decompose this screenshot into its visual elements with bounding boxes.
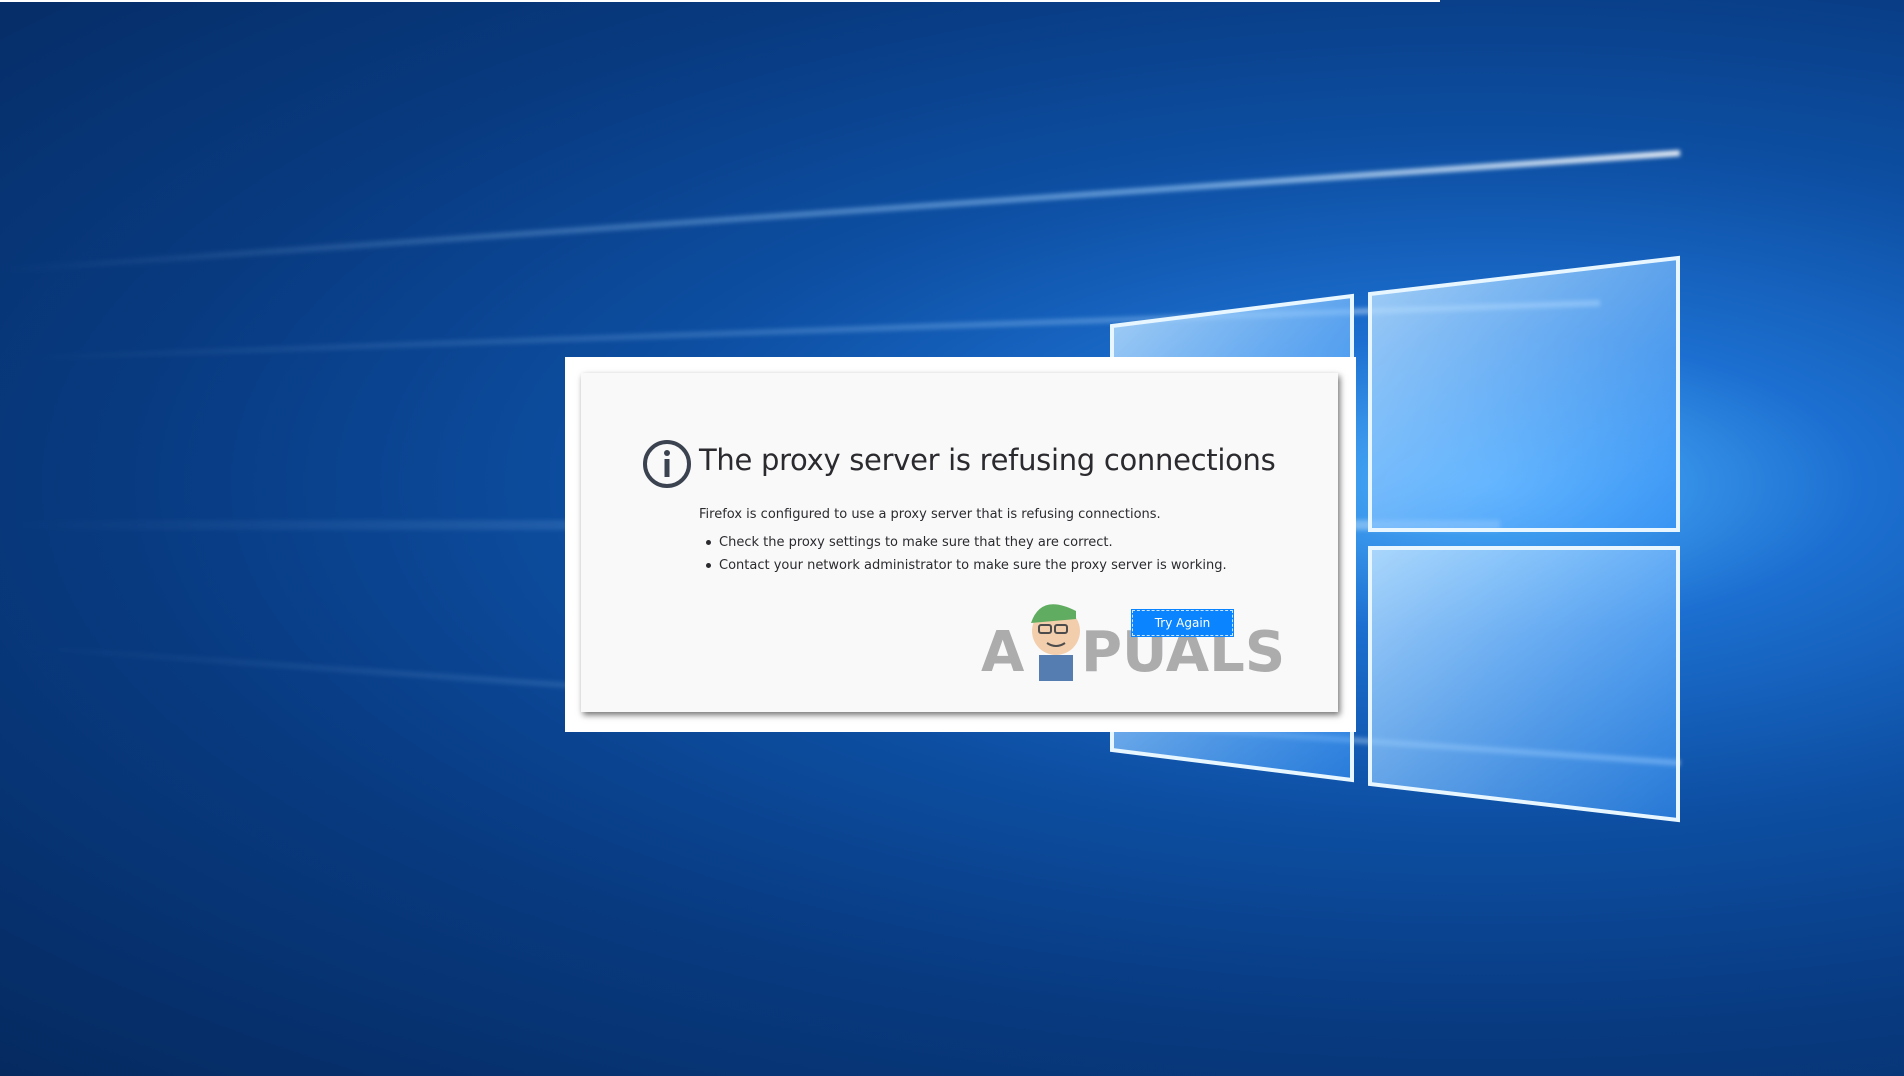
error-description: Firefox is configured to use a proxy ser… xyxy=(699,507,1161,522)
suggestion-text: Contact your network administrator to ma… xyxy=(719,558,1227,573)
top-edge-line xyxy=(0,0,1440,2)
list-item: Contact your network administrator to ma… xyxy=(706,554,1227,577)
error-title: The proxy server is refusing connections xyxy=(699,443,1276,477)
suggestion-list: Check the proxy settings to make sure th… xyxy=(706,531,1227,577)
svg-text:A: A xyxy=(981,620,1025,683)
desktop-background: The proxy server is refusing connections… xyxy=(0,0,1904,1076)
bullet-icon xyxy=(706,540,711,545)
info-icon xyxy=(643,440,691,488)
error-dialog: The proxy server is refusing connections… xyxy=(581,373,1338,712)
try-again-button[interactable]: Try Again xyxy=(1131,609,1234,637)
list-item: Check the proxy settings to make sure th… xyxy=(706,531,1227,554)
error-dialog-frame: The proxy server is refusing connections… xyxy=(565,357,1356,732)
bullet-icon xyxy=(706,563,711,568)
suggestion-text: Check the proxy settings to make sure th… xyxy=(719,535,1113,550)
appuals-watermark-logo: A PUALS xyxy=(981,604,1285,683)
